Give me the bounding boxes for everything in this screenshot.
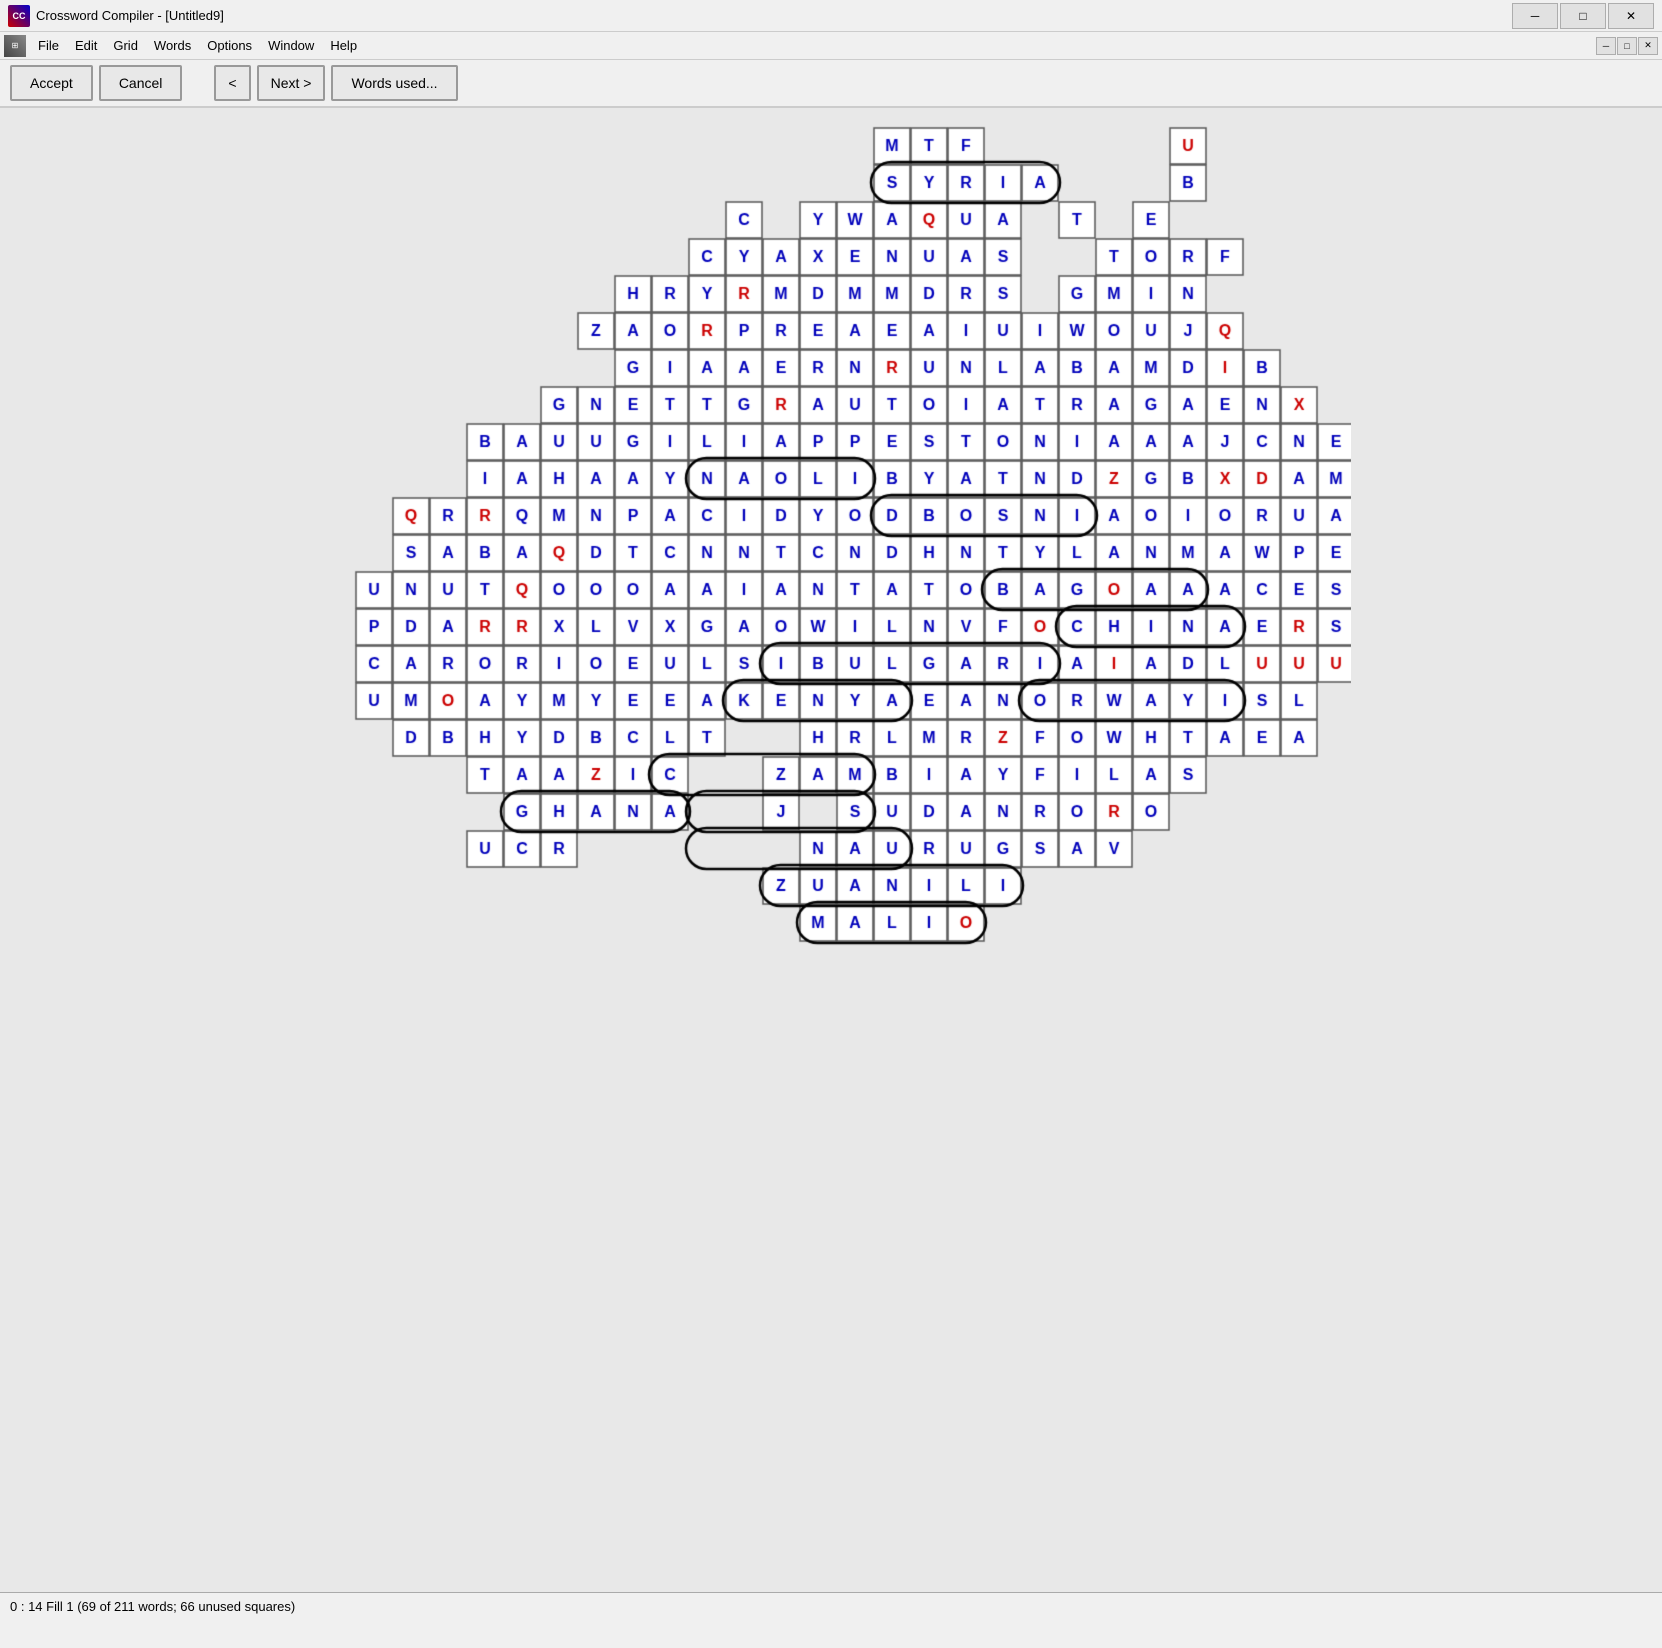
sub-maximize[interactable]: □ (1617, 37, 1637, 55)
menu-item-options[interactable]: Options (199, 36, 260, 55)
menu-item-file[interactable]: File (30, 36, 67, 55)
menu-icon: ⊞ (4, 35, 26, 57)
sub-close[interactable]: ✕ (1638, 37, 1658, 55)
crossword-canvas[interactable] (351, 123, 1351, 1113)
menu-item-grid[interactable]: Grid (105, 36, 146, 55)
sub-minimize[interactable]: ─ (1596, 37, 1616, 55)
minimize-button[interactable]: ─ (1512, 3, 1558, 29)
next-button[interactable]: Next > (257, 65, 326, 101)
menu-bar: ⊞ File Edit Grid Words Options Window He… (0, 32, 1662, 60)
window-sub-controls: ─ □ ✕ (1596, 37, 1658, 55)
toolbar: Accept Cancel < Next > Words used... (0, 60, 1662, 108)
close-button[interactable]: ✕ (1608, 3, 1654, 29)
title-bar-text: Crossword Compiler - [Untitled9] (36, 8, 1512, 23)
cancel-button[interactable]: Cancel (99, 65, 183, 101)
menu-item-edit[interactable]: Edit (67, 36, 105, 55)
crossword-grid[interactable] (351, 123, 1351, 1113)
words-used-button[interactable]: Words used... (331, 65, 457, 101)
prev-button[interactable]: < (214, 65, 250, 101)
menu-item-words[interactable]: Words (146, 36, 199, 55)
window-controls: ─ □ ✕ (1512, 3, 1654, 29)
status-bar: 0 : 14 Fill 1 (69 of 211 words; 66 unuse… (0, 1592, 1662, 1620)
maximize-button[interactable]: □ (1560, 3, 1606, 29)
main-content: 0 : 14 Fill 1 (69 of 211 words; 66 unuse… (0, 108, 1662, 1620)
accept-button[interactable]: Accept (10, 65, 93, 101)
title-bar: CC Crossword Compiler - [Untitled9] ─ □ … (0, 0, 1662, 32)
status-text: 0 : 14 Fill 1 (69 of 211 words; 66 unuse… (10, 1599, 295, 1614)
menu-item-window[interactable]: Window (260, 36, 322, 55)
app-icon: CC (8, 5, 30, 27)
menu-item-help[interactable]: Help (322, 36, 365, 55)
